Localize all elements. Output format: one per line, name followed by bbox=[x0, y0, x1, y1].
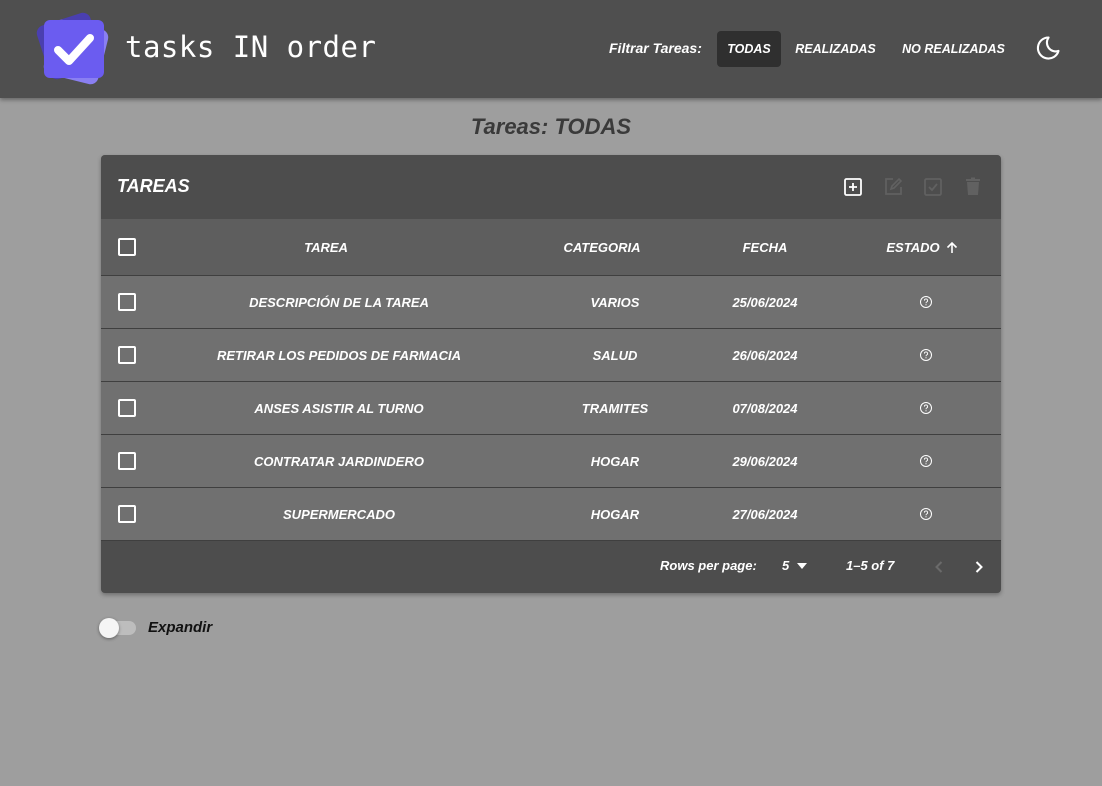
caret-down-icon[interactable] bbox=[797, 563, 807, 569]
rows-per-page-label: Rows per page: bbox=[660, 558, 757, 573]
table-title: TAREAS bbox=[117, 176, 190, 196]
chevron-right-icon[interactable] bbox=[967, 555, 991, 579]
cell-categoria: TRAMITES bbox=[581, 400, 649, 416]
row-checkbox[interactable] bbox=[118, 293, 136, 311]
rows-per-page-select[interactable]: 5 bbox=[782, 558, 789, 573]
table-row[interactable]: ANSES ASISTIR AL TURNO TRAMITES 07/08/20… bbox=[101, 382, 1001, 435]
filter-label: Filtrar Tareas: bbox=[609, 40, 702, 56]
filter-no-realizadas-button[interactable]: NO REALIZADAS bbox=[893, 31, 1014, 67]
cell-estado bbox=[886, 382, 966, 434]
cell-estado bbox=[886, 435, 966, 487]
cell-fecha: 25/06/2024 bbox=[732, 294, 798, 310]
table-toolbar: TAREAS bbox=[101, 155, 1001, 219]
row-checkbox[interactable] bbox=[118, 346, 136, 364]
column-header-tarea[interactable]: TAREA bbox=[226, 219, 426, 275]
add-box-icon[interactable] bbox=[841, 175, 865, 199]
logo-check-icon bbox=[36, 12, 109, 85]
cell-fecha: 29/06/2024 bbox=[732, 453, 798, 469]
tasks-table-card: TAREAS TAREA CATEGORIA FECHA ESTADO DESC… bbox=[101, 155, 1001, 593]
column-header-fecha[interactable]: FECHA bbox=[705, 219, 825, 275]
delete-icon[interactable] bbox=[961, 175, 985, 199]
cell-tarea: RETIRAR LOS PEDIDOS DE FARMACIA bbox=[216, 347, 462, 363]
cell-estado bbox=[886, 329, 966, 381]
cell-estado bbox=[886, 488, 966, 540]
cell-tarea: CONTRATAR JARDINDERO bbox=[254, 453, 424, 469]
cell-tarea: ANSES ASISTIR AL TURNO bbox=[254, 400, 424, 416]
pagination-range: 1–5 of 7 bbox=[846, 558, 895, 573]
brand-title: tasks IN order bbox=[125, 30, 377, 64]
help-circle-icon[interactable] bbox=[919, 295, 933, 309]
app-bar: tasks IN order Filtrar Tareas: TODAS REA… bbox=[0, 0, 1102, 98]
column-header-categoria[interactable]: CATEGORIA bbox=[542, 219, 662, 275]
cell-categoria: HOGAR bbox=[590, 506, 640, 522]
select-all-checkbox[interactable] bbox=[118, 238, 136, 256]
cell-categoria: SALUD bbox=[592, 347, 638, 363]
edit-icon[interactable] bbox=[881, 175, 905, 199]
filter-realizadas-button[interactable]: REALIZADAS bbox=[787, 31, 884, 67]
help-circle-icon[interactable] bbox=[919, 507, 933, 521]
help-circle-icon[interactable] bbox=[919, 454, 933, 468]
help-circle-icon[interactable] bbox=[919, 401, 933, 415]
filter-todas-button[interactable]: TODAS bbox=[717, 31, 781, 67]
row-checkbox[interactable] bbox=[118, 452, 136, 470]
table-pagination: Rows per page: 5 1–5 of 7 bbox=[101, 541, 1001, 593]
expand-switch[interactable] bbox=[99, 618, 137, 638]
page-title: Tareas: TODAS bbox=[470, 114, 632, 139]
cell-fecha: 07/08/2024 bbox=[732, 400, 798, 416]
cell-fecha: 27/06/2024 bbox=[732, 506, 798, 522]
expand-label: Expandir bbox=[148, 619, 213, 636]
table-row[interactable]: SUPERMERCADO HOGAR 27/06/2024 bbox=[101, 488, 1001, 541]
moon-icon[interactable] bbox=[1034, 34, 1062, 62]
help-circle-icon[interactable] bbox=[919, 348, 933, 362]
cell-estado bbox=[886, 276, 966, 328]
table-header-row: TAREA CATEGORIA FECHA ESTADO bbox=[101, 219, 1001, 276]
row-checkbox[interactable] bbox=[118, 505, 136, 523]
cell-categoria: HOGAR bbox=[590, 453, 640, 469]
chevron-left-icon[interactable] bbox=[927, 555, 951, 579]
arrow-up-icon[interactable] bbox=[944, 240, 960, 256]
check-box-icon[interactable] bbox=[921, 175, 945, 199]
table-row[interactable]: RETIRAR LOS PEDIDOS DE FARMACIA SALUD 26… bbox=[101, 329, 1001, 382]
cell-categoria: VARIOS bbox=[590, 294, 640, 310]
cell-tarea: DESCRIPCIÓN DE LA TAREA bbox=[249, 294, 429, 310]
cell-fecha: 26/06/2024 bbox=[732, 347, 798, 363]
switch-thumb[interactable] bbox=[99, 618, 119, 638]
table-row[interactable]: DESCRIPCIÓN DE LA TAREA VARIOS 25/06/202… bbox=[101, 276, 1001, 329]
column-header-estado[interactable]: ESTADO bbox=[873, 219, 953, 275]
table-row[interactable]: CONTRATAR JARDINDERO HOGAR 29/06/2024 bbox=[101, 435, 1001, 488]
cell-tarea: SUPERMERCADO bbox=[283, 506, 395, 522]
row-checkbox[interactable] bbox=[118, 399, 136, 417]
